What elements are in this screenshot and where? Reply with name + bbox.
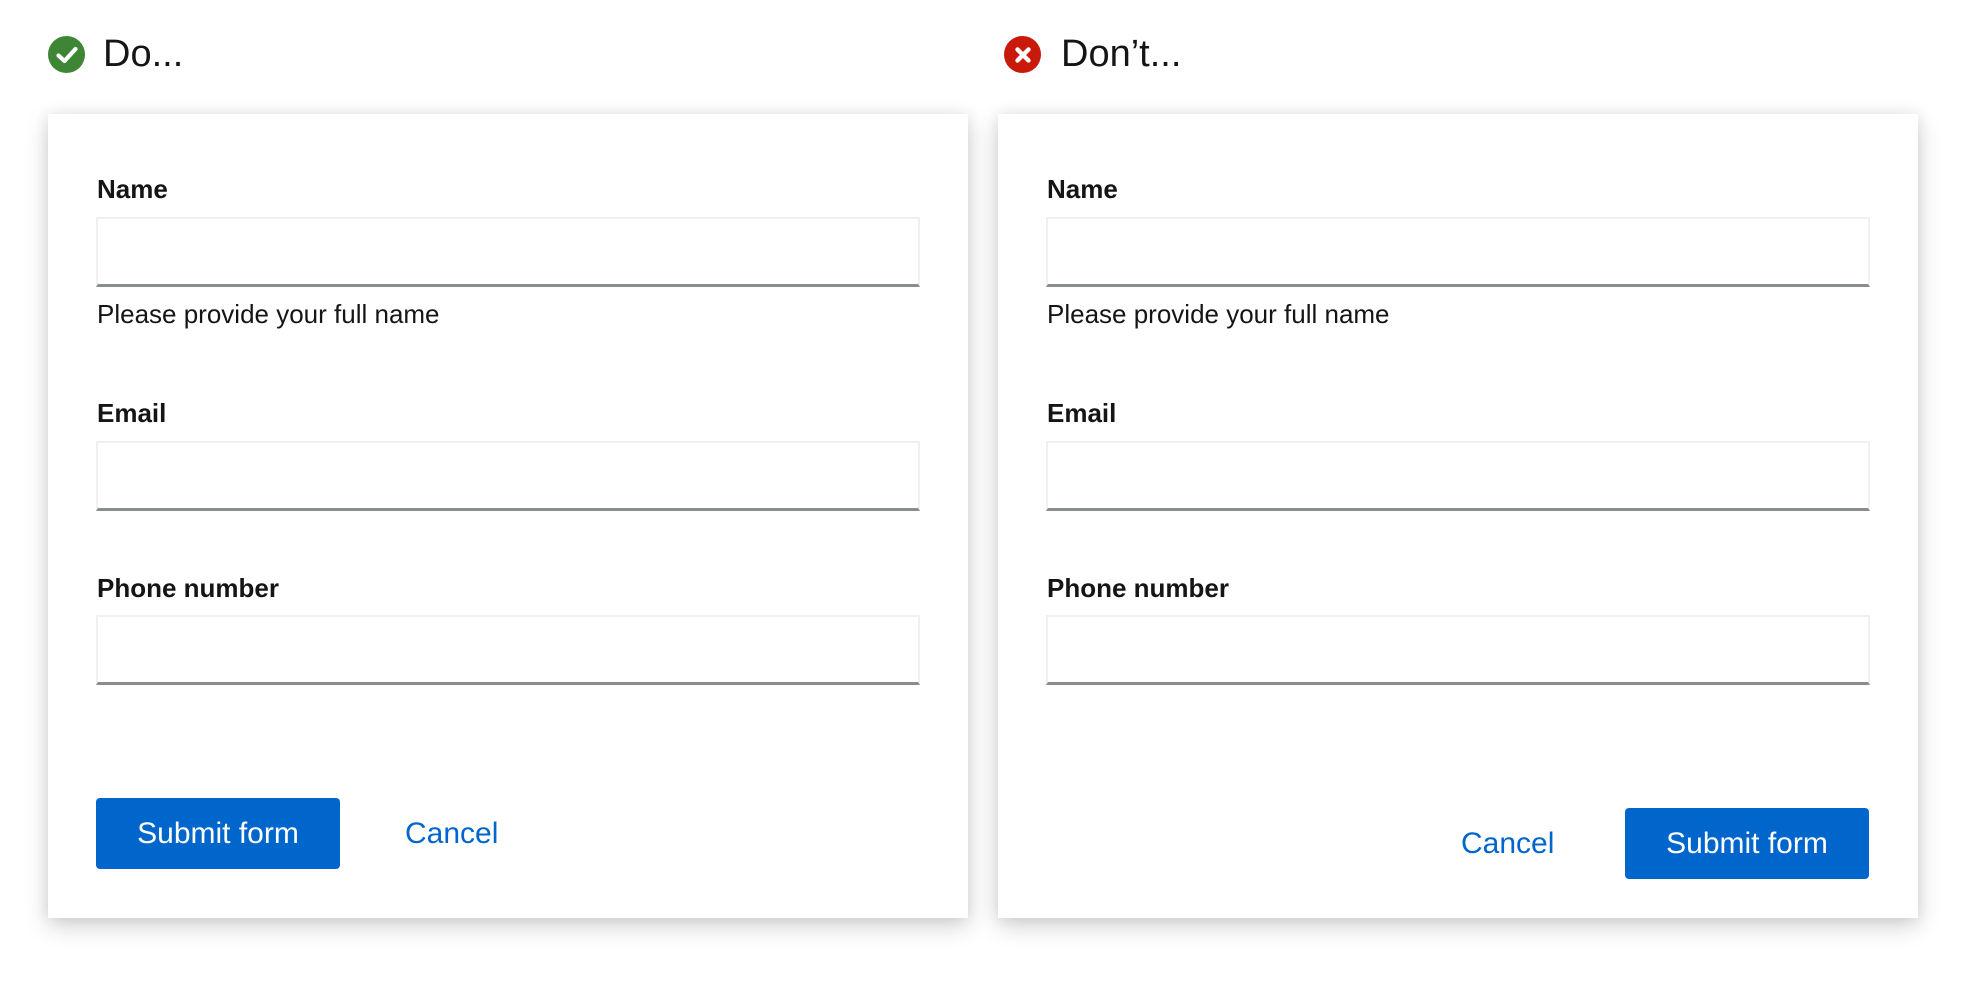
submit-form-button[interactable]: Submit form bbox=[96, 798, 340, 869]
email-label: Email bbox=[97, 398, 167, 428]
dont-example-form-card: Name Please provide your full name Email… bbox=[998, 114, 1918, 918]
check-circle-icon bbox=[48, 36, 85, 73]
phone-number-input[interactable] bbox=[96, 615, 920, 685]
dont-example-header: Don’t... bbox=[1004, 33, 1182, 75]
email-input[interactable] bbox=[96, 441, 920, 511]
times-circle-icon bbox=[1004, 36, 1041, 73]
name-helper-text: Please provide your full name bbox=[97, 299, 440, 329]
cancel-button[interactable]: Cancel bbox=[1461, 808, 1554, 879]
name-label: Name bbox=[1047, 174, 1118, 204]
name-input[interactable] bbox=[1046, 217, 1870, 287]
email-input[interactable] bbox=[1046, 441, 1870, 511]
do-example-header: Do... bbox=[48, 33, 184, 75]
phone-number-label: Phone number bbox=[1047, 573, 1230, 603]
name-input[interactable] bbox=[96, 217, 920, 287]
do-example-form-card: Name Please provide your full name Email… bbox=[48, 114, 968, 918]
phone-number-label: Phone number bbox=[97, 573, 280, 603]
name-helper-text: Please provide your full name bbox=[1047, 299, 1390, 329]
do-example-title: Do... bbox=[103, 33, 184, 75]
dont-example-title: Don’t... bbox=[1061, 33, 1182, 75]
x-glyph bbox=[1014, 46, 1031, 63]
phone-number-input[interactable] bbox=[1046, 615, 1870, 685]
cancel-button[interactable]: Cancel bbox=[405, 798, 498, 869]
email-label: Email bbox=[1047, 398, 1117, 428]
checkmark-glyph bbox=[55, 46, 78, 63]
submit-form-button[interactable]: Submit form bbox=[1625, 808, 1869, 879]
name-label: Name bbox=[97, 174, 168, 204]
